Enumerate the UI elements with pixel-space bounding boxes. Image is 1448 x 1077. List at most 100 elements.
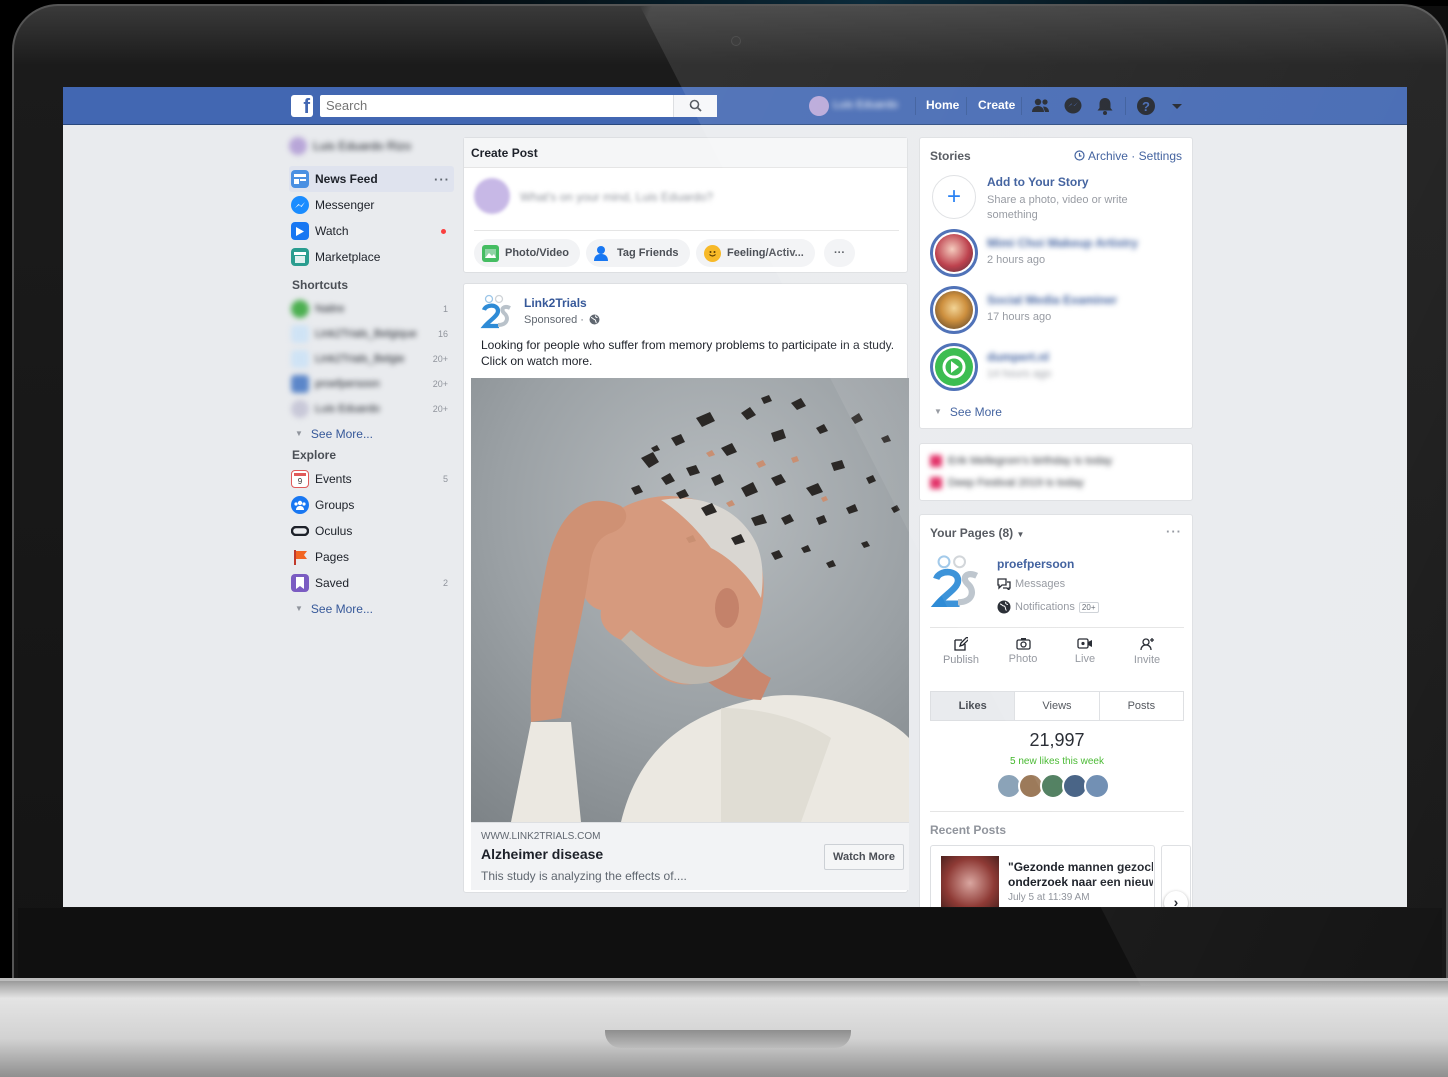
link-description: This study is analyzing the effects of..… — [481, 869, 687, 883]
stories-see-more-link[interactable]: ▼ See More — [928, 399, 1002, 424]
page-name-link[interactable]: proefpersoon — [997, 557, 1074, 571]
sidebar-item-marketplace[interactable]: Marketplace — [289, 244, 454, 270]
recent-post-time: July 5 at 11:39 AM — [1008, 892, 1090, 903]
shortcut-item[interactable]: Luis Eduardo 20+ — [289, 396, 454, 421]
notifications-bell-icon[interactable] — [1095, 96, 1115, 116]
stories-links: Archive · Settings — [1074, 149, 1182, 163]
recent-posts-heading: Recent Posts — [930, 823, 1007, 837]
search-button[interactable] — [673, 95, 717, 117]
globe-icon — [997, 600, 1011, 614]
archive-link[interactable]: Archive — [1088, 149, 1128, 163]
link2trials-logo-icon[interactable] — [480, 294, 516, 330]
story-name: dumpert.nl — [987, 350, 1049, 364]
sidebar-item-groups[interactable]: Groups — [289, 492, 454, 518]
birthday-reminder[interactable]: Erik Mellegrom's birthday is today — [930, 455, 1112, 467]
friend-requests-icon[interactable] — [1031, 96, 1051, 116]
photo-video-button[interactable]: Photo/Video — [474, 239, 580, 267]
more-options-icon[interactable]: ··· — [434, 172, 450, 187]
photo-button[interactable]: Photo — [998, 637, 1048, 665]
chevron-down-icon: ▼ — [295, 604, 303, 613]
sidebar-item-pages[interactable]: Pages — [289, 544, 454, 570]
publish-button[interactable]: Publish — [936, 637, 986, 666]
facebook-logo-icon[interactable]: f — [291, 95, 313, 118]
story-item[interactable]: Mimi Choi Makeup Artistry 2 hours ago — [930, 229, 1184, 279]
search-input[interactable] — [320, 95, 717, 117]
sidebar-item-label: Groups — [315, 498, 355, 512]
page-messages-link[interactable]: Messages — [997, 578, 1065, 590]
birthdays-events-card: Erik Mellegrom's birthday is today Deep … — [919, 443, 1193, 501]
user-name-link[interactable]: Luis Eduardo — [833, 99, 905, 111]
shortcut-item[interactable]: Naitre 1 — [289, 296, 454, 321]
tab-posts[interactable]: Posts — [1100, 692, 1183, 720]
post-image[interactable] — [471, 378, 909, 822]
button-label: Feeling/Activ... — [727, 247, 804, 259]
recent-post-card[interactable]: "Gezonde mannen gezocht onderzoek naar e… — [930, 845, 1155, 907]
status-composer-input[interactable]: What's on your mind, Luis Eduardo? — [520, 190, 713, 204]
story-item[interactable]: dumpert.nl 14 hours ago — [930, 343, 1184, 393]
archive-icon — [1074, 150, 1085, 161]
tag-friends-button[interactable]: Tag Friends — [586, 239, 690, 267]
photo-icon — [482, 244, 499, 262]
add-story-subtitle: Share a photo, video or write something — [987, 194, 1128, 221]
sidebar-item-label: Watch — [315, 224, 349, 238]
your-pages-heading[interactable]: Your Pages (8) ▼ — [930, 526, 1024, 540]
link-preview[interactable]: WWW.LINK2TRIALS.COM Alzheimer disease Th… — [471, 822, 909, 890]
events-icon: 9 — [291, 470, 309, 488]
tab-views[interactable]: Views — [1015, 692, 1100, 720]
post-author-link[interactable]: Link2Trials — [524, 296, 587, 310]
story-item[interactable]: Social Media Examiner 17 hours ago — [930, 286, 1184, 336]
sidebar-item-watch[interactable]: Watch — [289, 218, 454, 244]
profile-name: Luis Eduardo Rizo — [313, 139, 412, 153]
notifications-badge: 20+ — [1078, 601, 1099, 613]
laptop-notch — [605, 1030, 851, 1048]
profile-avatar — [289, 137, 307, 155]
shortcut-item[interactable]: proefpersoon 20+ — [289, 371, 454, 396]
top-navigation-bar: f Luis Eduardo Home Create ? — [63, 87, 1407, 125]
invite-button[interactable]: Invite — [1122, 637, 1172, 666]
shortcut-item[interactable]: Link2Trials_Belgie 20+ — [289, 346, 454, 371]
explore-see-more-link[interactable]: ▼ See More... — [289, 596, 454, 621]
page-stats-tabs: Likes Views Posts — [930, 691, 1184, 721]
watch-more-button[interactable]: Watch More — [824, 844, 904, 870]
page-notifications-link[interactable]: Notifications 20+ — [997, 600, 1099, 614]
help-icon[interactable]: ? — [1136, 96, 1156, 116]
svg-text:?: ? — [1142, 99, 1150, 114]
sidebar-item-events[interactable]: 9 Events 5 — [289, 466, 454, 492]
feeling-activity-button[interactable]: Feeling/Activ... — [696, 239, 815, 267]
story-avatar — [930, 343, 978, 391]
scene: f Luis Eduardo Home Create ? Luis Eduard… — [0, 0, 1448, 1077]
sidebar-item-messenger[interactable]: Messenger — [289, 192, 454, 218]
page-logo-icon[interactable] — [930, 553, 986, 611]
sidebar-item-saved[interactable]: Saved 2 — [289, 570, 454, 596]
sidebar-item-oculus[interactable]: Oculus — [289, 518, 454, 544]
messenger-icon[interactable] — [1063, 96, 1083, 116]
sidebar-item-news-feed[interactable]: News Feed ··· — [289, 166, 454, 192]
user-avatar[interactable] — [809, 96, 829, 116]
your-pages-label: Your Pages (8) — [930, 526, 1014, 540]
sponsored-post-card: Link2Trials Sponsored · Looking for peop… — [463, 283, 909, 893]
sponsored-text: Sponsored · — [524, 314, 584, 326]
account-menu-caret-icon[interactable] — [1167, 96, 1187, 116]
more-options-icon[interactable]: ··· — [1166, 524, 1182, 539]
create-link[interactable]: Create — [978, 98, 1015, 112]
alzheimer-illustration — [511, 395, 909, 822]
see-more-label: See More... — [310, 426, 373, 441]
likes-count: 21,997 — [1029, 730, 1085, 750]
divider — [474, 230, 899, 231]
shortcut-item[interactable]: Link2Trials_Belgique 16 — [289, 321, 454, 346]
action-label: Invite — [1133, 654, 1161, 666]
create-post-heading: Create Post — [464, 138, 907, 168]
home-link[interactable]: Home — [926, 98, 959, 112]
tab-likes[interactable]: Likes — [931, 692, 1016, 720]
shortcut-label: Naitre — [315, 302, 345, 315]
button-label: Tag Friends — [617, 247, 679, 259]
webcam — [731, 36, 741, 46]
profile-link[interactable]: Luis Eduardo Rizo — [289, 135, 454, 157]
add-to-story-button[interactable]: + Add to Your Story Share a photo, video… — [930, 173, 1184, 223]
pages-icon — [291, 548, 309, 566]
shortcuts-see-more-link[interactable]: ▼ See More... — [289, 421, 454, 446]
event-reminder[interactable]: Deep Festival 2019 is today — [930, 477, 1084, 489]
live-button[interactable]: Live — [1060, 637, 1110, 665]
more-options-button[interactable]: ··· — [824, 239, 855, 267]
settings-link[interactable]: Settings — [1139, 149, 1182, 163]
